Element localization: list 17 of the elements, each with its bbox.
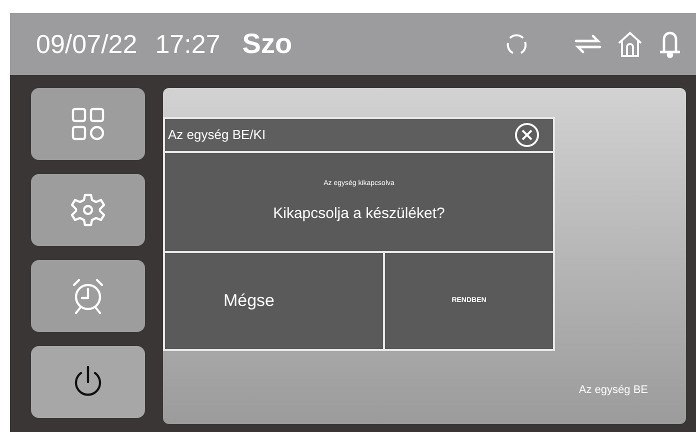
sidebar-button[interactable]: [31, 174, 145, 246]
weekday: Szo: [242, 27, 292, 61]
time: 17:27: [155, 28, 220, 60]
gear-icon: [70, 192, 106, 228]
alarm-clock-icon: [70, 277, 106, 315]
home-icon: [616, 30, 644, 58]
sidebar-button[interactable]: [31, 346, 145, 418]
date: 09/07/22: [36, 28, 138, 60]
unit-status: Az egység BE: [578, 382, 648, 398]
sidebar-button[interactable]: [31, 88, 145, 160]
transfer-icon: [574, 33, 602, 55]
dialog-title: Az egység BE/KI: [168, 126, 266, 144]
bell-icon: [658, 29, 682, 59]
sidebar-button[interactable]: [31, 260, 145, 332]
grid-icon: [71, 107, 105, 141]
dialog-question: Kikapcsolja a készüléket?: [273, 204, 445, 224]
close-icon[interactable]: [514, 122, 540, 148]
